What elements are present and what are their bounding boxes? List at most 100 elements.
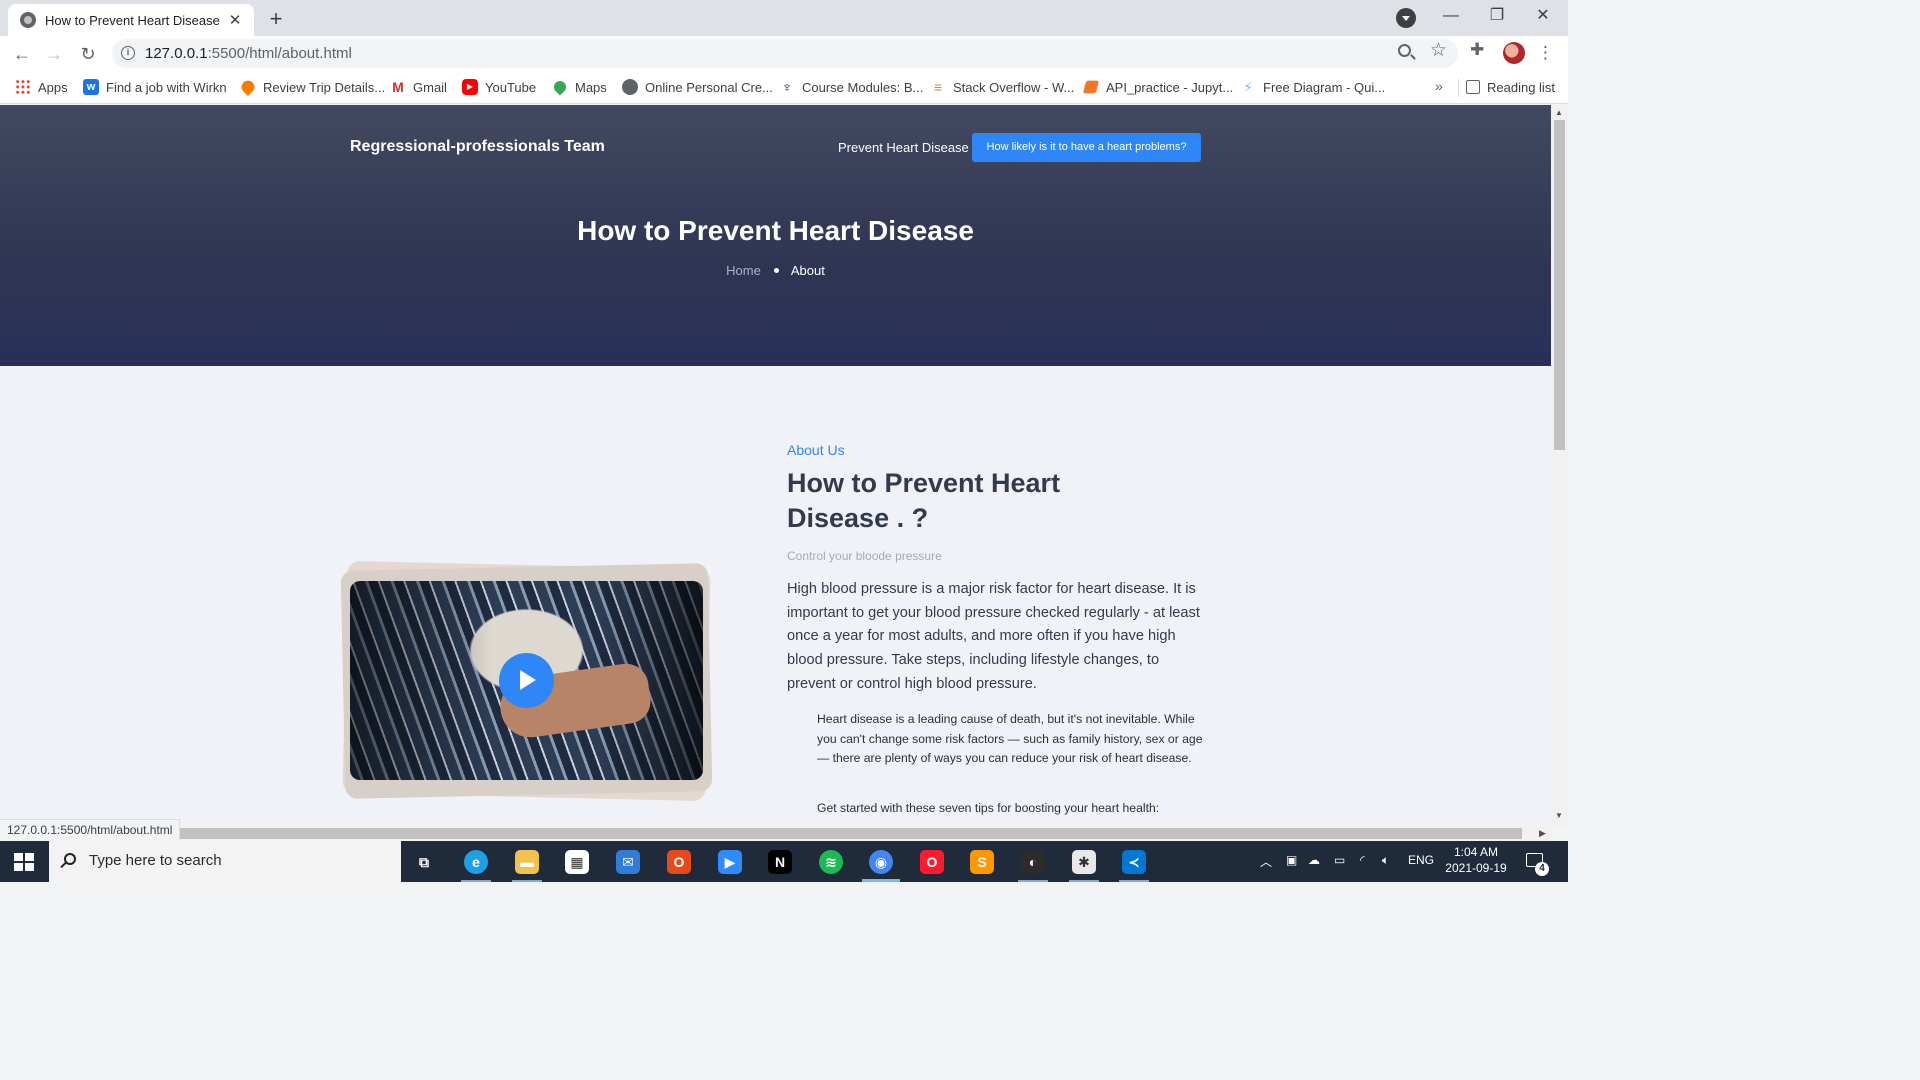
breadcrumb-current: About	[790, 263, 825, 278]
back-arrow-icon[interactable]: ←	[8, 40, 36, 68]
volume-icon[interactable]: 🔈︎	[1382, 853, 1389, 868]
tab-title: How to Prevent Heart Disease	[45, 12, 220, 28]
stackoverflow-icon: ≡	[933, 79, 943, 95]
bookmark-label: Free Diagram - Qui...	[1263, 79, 1386, 95]
minimize-button[interactable]: —	[1428, 2, 1474, 30]
bookmark-youtube[interactable]: ▶ YouTube	[462, 78, 536, 96]
battery-icon[interactable]: ▭	[1334, 853, 1345, 867]
bookmark-maps[interactable]: Maps	[551, 78, 607, 96]
taskbar-search-box[interactable]: Type here to search	[49, 841, 401, 882]
scroll-up-arrow-icon[interactable]: ▲	[1555, 108, 1563, 117]
edge-icon: e	[464, 850, 488, 874]
windows-start-icon[interactable]	[14, 853, 34, 871]
close-window-button[interactable]: ✕	[1520, 2, 1566, 30]
profile-avatar[interactable]	[1503, 42, 1525, 64]
forward-arrow-icon[interactable]: →	[40, 40, 68, 68]
page-viewport: Regressional-professionals Team Prevent …	[0, 105, 1551, 826]
bookmark-free-diagram[interactable]: ⚡ Free Diagram - Qui...	[1240, 78, 1385, 96]
new-tab-button[interactable]: +	[262, 6, 290, 34]
taskbar-app-chrome[interactable]: ◉	[858, 845, 904, 882]
restore-button[interactable]: ❐	[1474, 2, 1520, 30]
reading-list-icon	[1466, 80, 1480, 94]
taskbar-app-slack[interactable]: ✱	[1061, 845, 1107, 882]
wifi-icon[interactable]: ◜	[1360, 853, 1365, 867]
vertical-scrollbar-thumb[interactable]	[1554, 120, 1565, 450]
zoom-icon[interactable]	[1398, 44, 1411, 57]
spotify-icon: ≋	[819, 850, 843, 874]
kebab-menu-icon[interactable]: ⋮	[1537, 42, 1554, 64]
taskbar-app-vscode[interactable]: ≺	[1111, 845, 1157, 882]
breadcrumb-home-link[interactable]: Home	[726, 263, 761, 278]
youtube-icon: ▶	[462, 79, 478, 95]
apps-icon	[15, 79, 31, 95]
bookmark-label: Online Personal Cre...	[645, 79, 773, 95]
bookmark-apps[interactable]: Apps	[15, 78, 68, 96]
taskbar-app-task-view[interactable]: ⧉	[401, 845, 447, 879]
search-icon	[64, 853, 76, 865]
taskbar-app-opera[interactable]: O	[909, 845, 955, 879]
bookmark-gmail[interactable]: M Gmail	[390, 78, 447, 96]
onedrive-icon[interactable]: ☁	[1308, 853, 1320, 867]
globe-icon	[622, 79, 638, 95]
reading-list-label: Reading list	[1487, 79, 1555, 95]
meet-now-icon[interactable]: ▣	[1286, 853, 1297, 867]
bookmark-review-trip[interactable]: Review Trip Details...	[238, 77, 385, 97]
wirkn-icon: w	[83, 79, 99, 95]
bookmark-star-icon[interactable]: ☆	[1430, 39, 1447, 62]
task-view-icon: ⧉	[419, 854, 429, 870]
address-bar[interactable]: i 127.0.0.1:5500/html/about.html	[112, 39, 1458, 68]
system-clock[interactable]: 1:04 AM 2021-09-19	[1440, 844, 1512, 876]
nav-link-prevent-heart-disease[interactable]: Prevent Heart Disease	[838, 140, 969, 155]
vscode-icon: ≺	[1122, 850, 1146, 874]
taskbar-app-file-explorer[interactable]: ▬	[504, 845, 550, 882]
alienware-icon: ◐	[1021, 850, 1045, 874]
jupyter-icon	[1082, 80, 1100, 94]
bookmark-jupyter[interactable]: API_practice - Jupyt...	[1082, 78, 1234, 96]
bookmark-course-modules[interactable]: ♆ Course Modules: B...	[779, 78, 924, 96]
vertical-scrollbar[interactable]: ▲ ▼	[1551, 105, 1568, 826]
bookmark-label: API_practice - Jupyt...	[1106, 79, 1234, 95]
language-indicator[interactable]: ENG	[1408, 853, 1434, 867]
bookmarks-bar: Apps w Find a job with Wirkn Review Trip…	[0, 71, 1568, 104]
extensions-puzzle-icon[interactable]: ✚	[1470, 40, 1484, 60]
bookmark-online-personal[interactable]: Online Personal Cre...	[622, 78, 773, 96]
close-tab-icon[interactable]: ✕	[226, 11, 244, 29]
bookmark-wirkn[interactable]: w Find a job with Wirkn	[83, 78, 227, 96]
site-brand[interactable]: Regressional-professionals Team	[350, 138, 605, 156]
reload-icon[interactable]: ↻	[74, 40, 102, 68]
more-bookmarks-chevron-icon[interactable]: »	[1435, 78, 1443, 94]
play-button-icon[interactable]	[499, 653, 554, 708]
store-icon: ▦	[565, 850, 589, 874]
sublime-icon: S	[970, 850, 994, 874]
tab-search-icon[interactable]	[1396, 8, 1416, 28]
horizontal-scrollbar-thumb[interactable]	[180, 828, 1522, 839]
browser-tab-active[interactable]: How to Prevent Heart Disease ✕	[8, 4, 254, 36]
heart-risk-cta-button[interactable]: How likely is it to have a heart problem…	[972, 133, 1201, 162]
scroll-down-arrow-icon[interactable]: ▼	[1555, 811, 1563, 820]
taskbar-app-zoom[interactable]: ▶	[707, 845, 753, 879]
site-info-icon[interactable]: i	[121, 46, 135, 60]
taskbar-app-alienware[interactable]: ◐	[1010, 845, 1056, 882]
address-bar-url[interactable]: 127.0.0.1:5500/html/about.html	[145, 45, 352, 62]
taskbar-app-store[interactable]: ▦	[554, 845, 600, 879]
reading-list-button[interactable]: Reading list	[1466, 78, 1555, 96]
taskbar-app-office[interactable]: O	[656, 845, 702, 879]
bookmark-label: Gmail	[413, 79, 447, 95]
notification-count-badge: 4	[1535, 862, 1549, 876]
location-pin-icon	[238, 77, 258, 97]
diagram-icon: ⚡	[1243, 79, 1253, 95]
scroll-right-arrow-icon[interactable]: ▶	[1539, 826, 1546, 841]
breadcrumb-separator	[773, 268, 779, 274]
taskbar-app-netflix[interactable]: N	[757, 845, 803, 879]
breadcrumb: Home About	[0, 263, 1551, 278]
taskbar-app-spotify[interactable]: ≋	[808, 845, 854, 879]
windows-taskbar: Type here to search ⧉ e ▬ ▦ ✉ O ▶ N ≋ ◉ O S ◐ ✱ ≺ ︿ ▣ …	[0, 841, 1568, 882]
taskbar-app-mail[interactable]: ✉	[605, 845, 651, 879]
globe-icon	[20, 12, 36, 28]
horizontal-scrollbar[interactable]: ▶	[0, 826, 1551, 841]
taskbar-app-sublime[interactable]: S	[959, 845, 1005, 879]
taskbar-app-edge[interactable]: e	[453, 845, 499, 882]
bookmark-stack-overflow[interactable]: ≡ Stack Overflow - W...	[930, 78, 1074, 96]
bookmarks-divider	[1458, 79, 1459, 97]
show-hidden-icons-chevron-icon[interactable]: ︿	[1260, 853, 1272, 870]
